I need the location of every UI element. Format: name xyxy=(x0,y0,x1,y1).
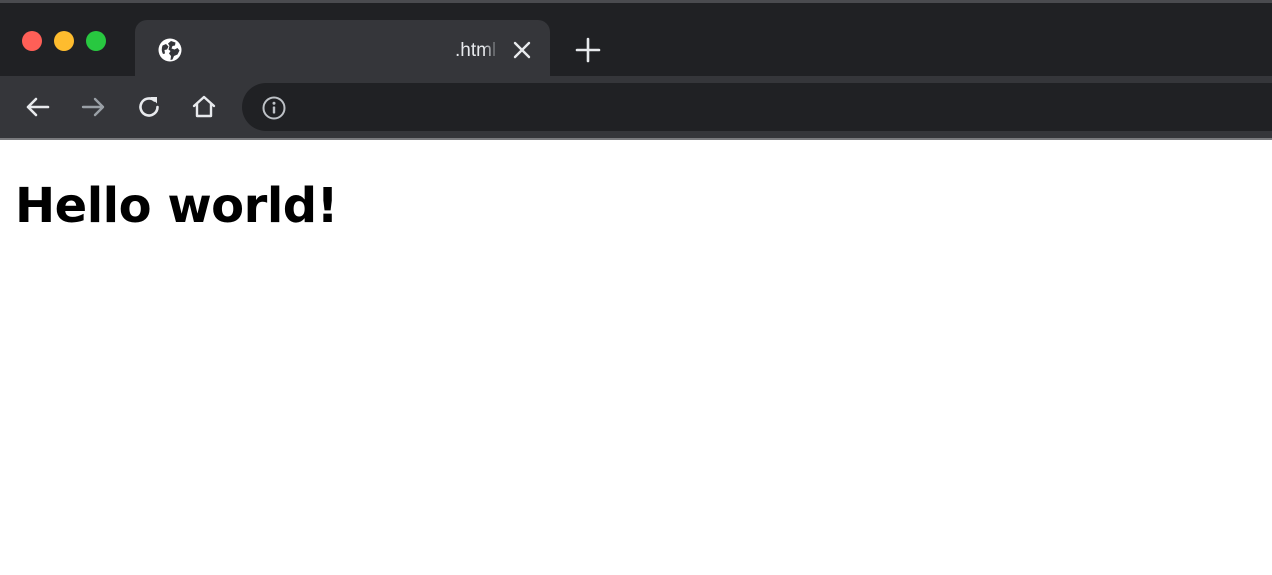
new-tab-button[interactable] xyxy=(574,36,602,64)
page-content: Hello world! xyxy=(0,140,1272,575)
window-close-button[interactable] xyxy=(22,31,42,51)
info-icon[interactable] xyxy=(261,95,287,121)
reload-button[interactable] xyxy=(134,92,164,122)
address-bar[interactable] xyxy=(242,83,1272,131)
toolbar xyxy=(0,76,1272,138)
tab-strip: .html xyxy=(0,0,1272,79)
reload-icon xyxy=(139,97,159,117)
home-icon xyxy=(192,95,216,118)
window-zoom-button[interactable] xyxy=(86,31,106,51)
window-controls xyxy=(22,31,106,51)
tab-active[interactable]: .html xyxy=(135,20,550,79)
browser-window: .html Hello world! xyxy=(0,0,1272,575)
back-button[interactable] xyxy=(23,92,53,122)
tab-close-button[interactable] xyxy=(511,39,533,61)
home-button[interactable] xyxy=(189,92,219,122)
tab-title: .html xyxy=(455,40,497,61)
globe-icon xyxy=(157,37,183,63)
back-arrow-icon xyxy=(26,97,50,117)
forward-arrow-icon xyxy=(81,97,105,117)
window-minimize-button[interactable] xyxy=(54,31,74,51)
forward-button[interactable] xyxy=(78,92,108,122)
page-heading: Hello world! xyxy=(15,178,339,234)
